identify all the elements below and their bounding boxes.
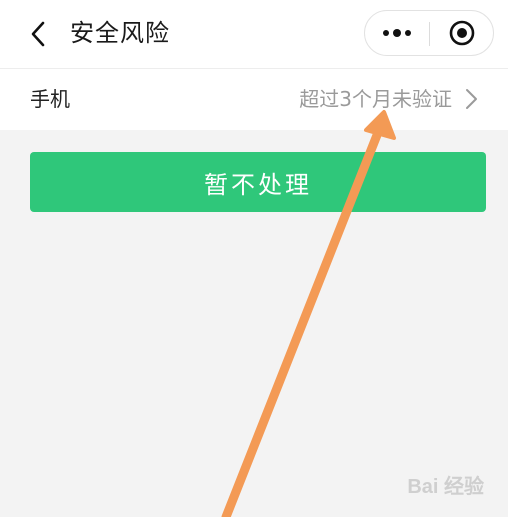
watermark: Bai 经验 — [407, 476, 484, 498]
phone-security-row[interactable]: 手机 超过3个月未验证 — [0, 68, 508, 130]
row-label-phone: 手机 — [30, 87, 70, 111]
target-close-icon — [449, 20, 475, 46]
chevron-left-icon — [31, 21, 45, 47]
skip-handling-button[interactable]: 暂不处理 — [30, 152, 486, 212]
back-button[interactable] — [22, 18, 54, 50]
more-button[interactable] — [365, 11, 429, 55]
chevron-right-icon — [466, 89, 477, 109]
page-title: 安全风险 — [70, 19, 170, 47]
mini-program-capsule — [364, 10, 494, 56]
close-mini-program-button[interactable] — [430, 11, 494, 55]
row-status-value: 超过3个月未验证 — [299, 87, 452, 111]
top-navigation-bar: 安全风险 — [0, 0, 508, 68]
more-dots-icon — [383, 29, 411, 37]
